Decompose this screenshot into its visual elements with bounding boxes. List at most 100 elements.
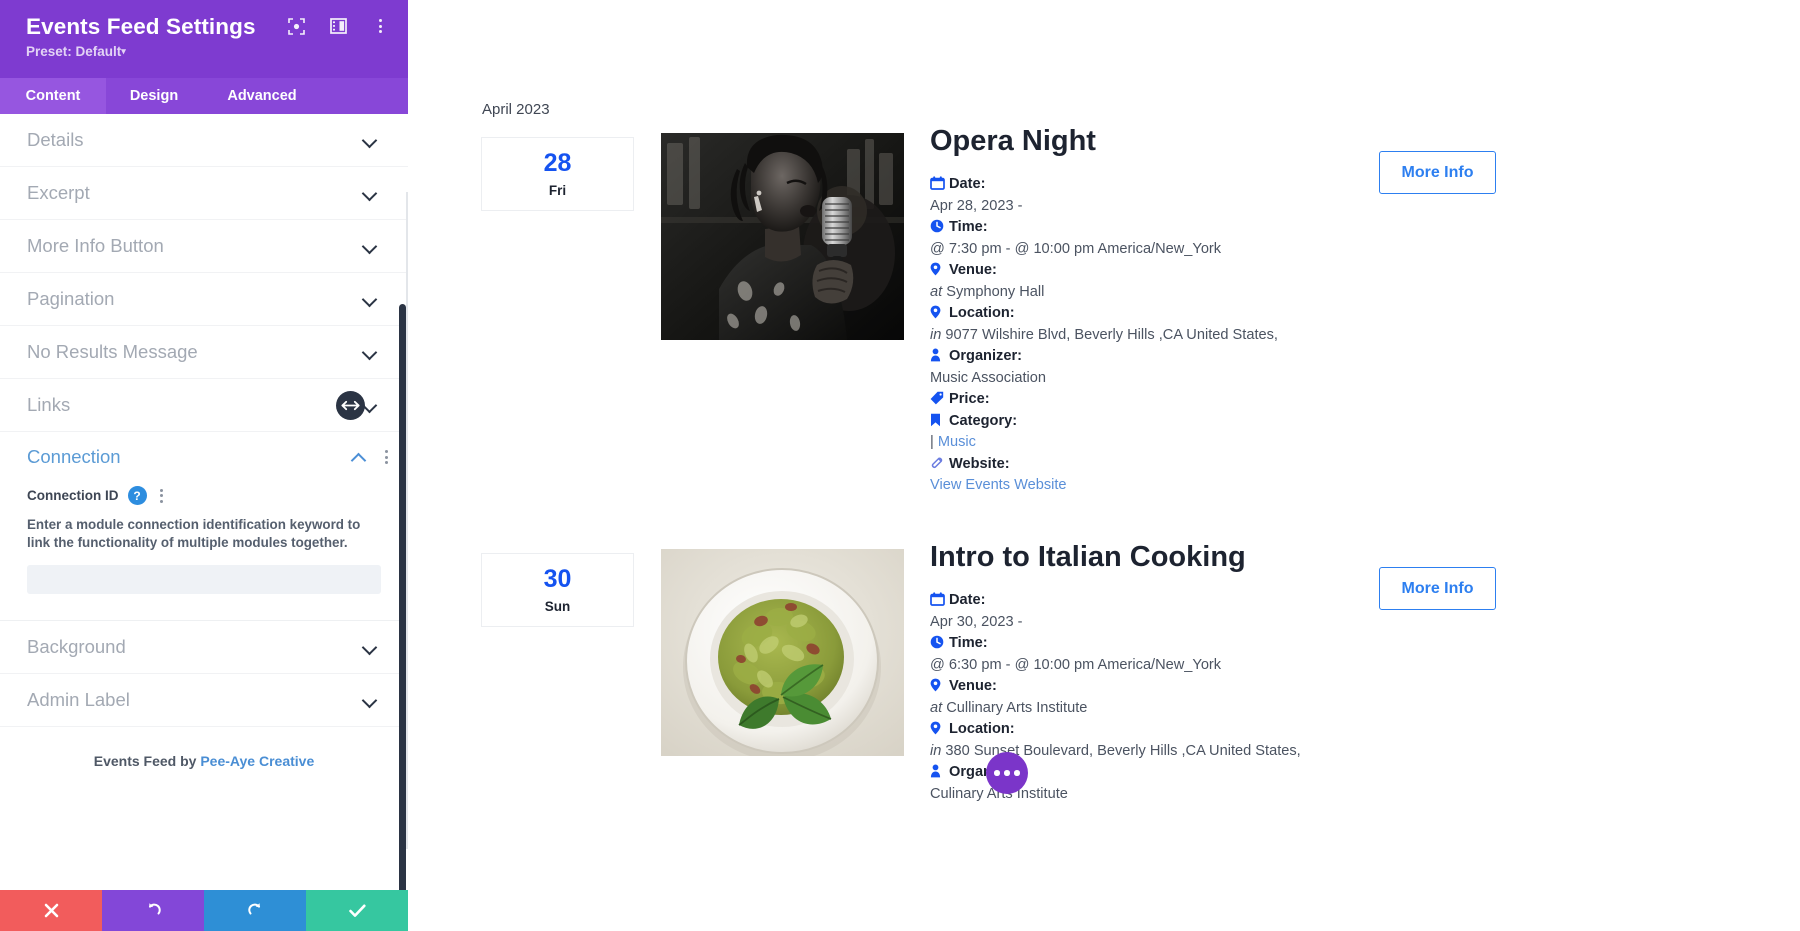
event-price-label-row: Price: (930, 389, 1360, 411)
event-day-number: 28 (543, 148, 572, 177)
chevron-down-icon (362, 132, 378, 148)
accordion-label: Pagination (27, 288, 115, 309)
accordion-details[interactable]: Details (0, 114, 408, 167)
cancel-button[interactable] (0, 890, 102, 931)
month-heading: April 2023 (482, 101, 550, 118)
preset-label: Preset: Default (26, 44, 122, 59)
event-date-value: Apr 28, 2023 - (930, 197, 1023, 214)
help-icon[interactable]: ? (127, 486, 147, 505)
event-category-label-row: Category: (930, 411, 1360, 433)
accordion-connection[interactable]: Connection (0, 432, 408, 482)
person-icon (930, 348, 945, 362)
category-separator: | (930, 434, 934, 451)
clock-icon (930, 219, 945, 233)
event-date-label-row: Date: (930, 590, 1360, 612)
organizer-label: Organizer: (949, 348, 1022, 365)
connection-id-label-row: Connection ID ? (27, 486, 381, 505)
chevron-down-icon: ▾ (121, 46, 126, 56)
accordion-label: No Results Message (27, 341, 198, 362)
accordion-label: Details (27, 129, 84, 150)
more-info-button[interactable]: More Info (1379, 567, 1496, 610)
calendar-icon (930, 592, 945, 607)
venue-label: Venue: (949, 262, 997, 279)
event-time-value: @ 7:30 pm - @ 10:00 pm America/New_York (930, 240, 1222, 257)
event-location-value: in 9077 Wilshire Blvd, Beverly Hills ,CA… (930, 325, 1360, 347)
map-pin-icon (930, 678, 945, 692)
credit-link[interactable]: Pee-Aye Creative (200, 753, 314, 769)
location-address: 9077 Wilshire Blvd, Beverly Hills ,CA Un… (945, 326, 1278, 343)
event-location-label-row: Location: (930, 719, 1360, 741)
map-pin-icon (930, 305, 945, 319)
map-pin-icon (930, 721, 945, 735)
chevron-down-icon (362, 639, 378, 655)
redo-button[interactable] (204, 890, 306, 931)
save-button[interactable] (306, 890, 408, 931)
date-label: Date: (949, 176, 986, 193)
venue-prefix: at (930, 699, 943, 716)
event-image-singer[interactable] (661, 133, 904, 340)
settings-scroll-area: Details Excerpt More Info Button Paginat… (0, 114, 408, 890)
event-time-label-row: Time: (930, 633, 1360, 655)
accordion-more-info-button[interactable]: More Info Button (0, 220, 408, 273)
event-category-value: | Music (930, 432, 1360, 454)
venue-label: Venue: (949, 678, 997, 695)
venue-name: Symphony Hall (946, 283, 1045, 300)
sidebar-scrollbar[interactable] (399, 304, 406, 890)
chevron-down-icon (362, 291, 378, 307)
calendar-icon (930, 176, 945, 191)
website-label: Website: (949, 455, 1010, 472)
category-link-music[interactable]: Music (938, 434, 976, 450)
connection-id-input[interactable] (27, 565, 381, 595)
location-label: Location: (949, 305, 1015, 322)
more-info-button[interactable]: More Info (1379, 151, 1496, 194)
panel-layout-icon[interactable] (328, 16, 348, 36)
preset-selector[interactable]: Preset: Default▾ (26, 44, 386, 59)
sidebar-resize-handle[interactable] (336, 391, 365, 420)
location-prefix: in (930, 326, 942, 343)
settings-sidebar: Events Feed Settings Preset: Default▾ Co… (0, 0, 408, 931)
venue-prefix: at (930, 283, 943, 300)
connection-id-label: Connection ID (27, 488, 119, 503)
accordion-options-icon[interactable] (385, 450, 388, 464)
event-website-value: View Events Website (930, 475, 1360, 497)
undo-button[interactable] (102, 890, 204, 931)
connection-id-description: Enter a module connection identification… (27, 517, 361, 551)
event-date-box: 28 Fri (481, 137, 634, 211)
event-title: Intro to Italian Cooking (930, 541, 1246, 573)
sidebar-header: Events Feed Settings Preset: Default▾ (0, 0, 408, 78)
focus-target-icon[interactable] (286, 16, 306, 36)
settings-tabs: Content Design Advanced (0, 78, 408, 114)
time-label: Time: (949, 219, 988, 236)
price-label: Price: (949, 391, 990, 408)
tab-content[interactable]: Content (0, 78, 106, 114)
chevron-down-icon (362, 692, 378, 708)
bookmark-icon (930, 413, 945, 427)
accordion-background[interactable]: Background (0, 621, 408, 675)
event-time-value: @ 6:30 pm - @ 10:00 pm America/New_York (930, 656, 1222, 673)
accordion-pagination[interactable]: Pagination (0, 273, 408, 326)
more-options-fab[interactable] (986, 752, 1028, 794)
website-link[interactable]: View Events Website (930, 477, 1067, 493)
sidebar-header-actions (286, 16, 390, 36)
chevron-down-icon (362, 185, 378, 201)
price-tag-icon (930, 391, 945, 405)
tab-design[interactable]: Design (106, 78, 202, 114)
event-weekday: Fri (548, 182, 567, 198)
event-venue-label-row: Venue: (930, 260, 1360, 282)
event-website-label-row: Website: (930, 454, 1360, 476)
credit-prefix: Events Feed by (93, 753, 201, 770)
accordion-excerpt[interactable]: Excerpt (0, 167, 408, 220)
overflow-menu-icon[interactable] (370, 16, 390, 36)
clock-icon (930, 635, 945, 649)
tab-advanced[interactable]: Advanced (202, 78, 322, 114)
field-options-icon[interactable] (156, 487, 167, 505)
accordion-admin-label[interactable]: Admin Label (0, 674, 408, 728)
event-image-pasta[interactable] (661, 549, 904, 756)
accordion-no-results-message[interactable]: No Results Message (0, 326, 408, 379)
event-details: Opera Night Date: Apr 28, 2023 - Time: @… (930, 125, 1360, 497)
link-icon (930, 456, 945, 470)
chevron-down-icon (362, 344, 378, 360)
accordion-label: Admin Label (27, 689, 130, 711)
event-title: Opera Night (930, 125, 1096, 157)
category-label: Category: (949, 412, 1018, 429)
